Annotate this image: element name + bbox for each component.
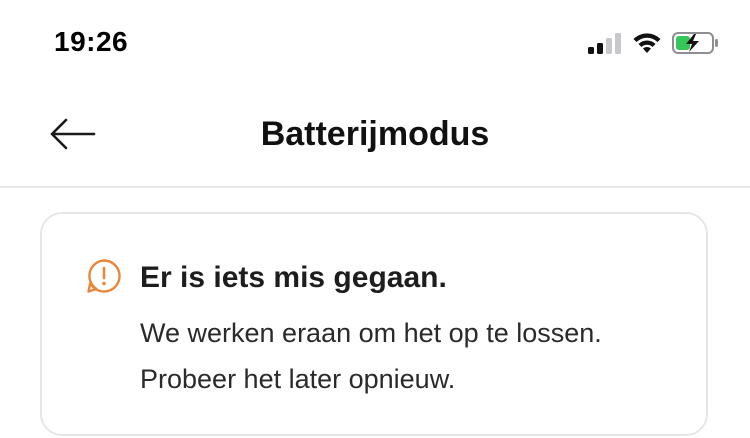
error-card: Er is iets mis gegaan. We werken eraan o… [40,212,708,436]
status-time: 19:26 [54,26,129,57]
error-message: We werken eraan om het op te lossen. Pro… [140,318,602,394]
page-title: Batterijmodus [260,115,490,153]
cellular-signal-icon [588,32,622,59]
screen: 19:26 Batterijmodus Er is iets mis gegaa… [0,0,750,438]
error-title: Er is iets mis gegaan. [140,261,447,294]
battery-charging-icon [672,31,720,60]
alert-icon [86,258,122,294]
navigation-bar: Batterijmodus [0,90,750,188]
status-icons [588,31,720,60]
status-bar: 19:26 [0,0,750,90]
wifi-icon [632,32,662,59]
